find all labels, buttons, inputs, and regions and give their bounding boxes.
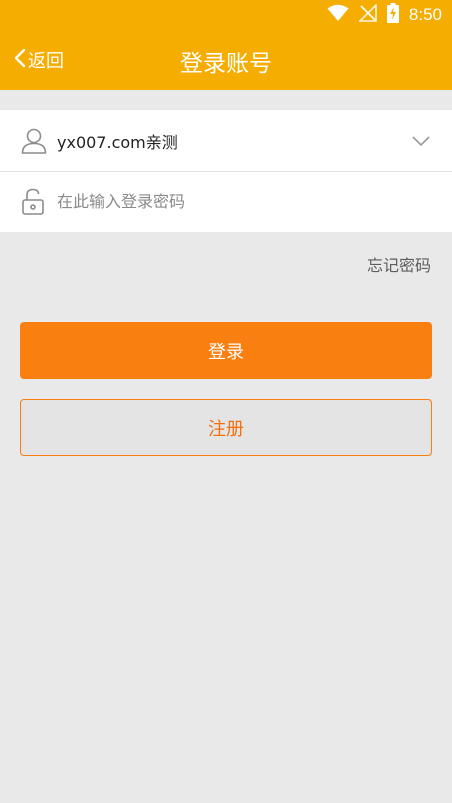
login-form: yx007.com亲测 [0,110,452,232]
nav-bar: 返回 登录账号 [0,30,452,90]
register-button[interactable]: 注册 [20,399,432,456]
status-bar: 8:50 [0,0,452,30]
login-button[interactable]: 登录 [20,322,432,379]
page-title: 登录账号 [180,51,272,77]
password-input[interactable] [57,186,427,216]
forgot-password-link[interactable]: 忘记密码 [367,252,431,276]
user-icon [21,127,47,155]
header-bar: 8:50 返回 登录账号 [0,0,452,90]
account-field[interactable]: yx007.com亲测 [57,129,178,153]
status-time: 8:50 [408,5,442,24]
signal-off-icon [357,3,377,26]
chevron-down-icon[interactable] [412,132,430,147]
unlock-icon [21,188,47,216]
wifi-icon [327,4,349,26]
status-icons: 8:50 [327,3,442,27]
battery-charging-icon [386,3,399,27]
password-row[interactable] [0,171,452,232]
account-row[interactable]: yx007.com亲测 [0,110,452,172]
